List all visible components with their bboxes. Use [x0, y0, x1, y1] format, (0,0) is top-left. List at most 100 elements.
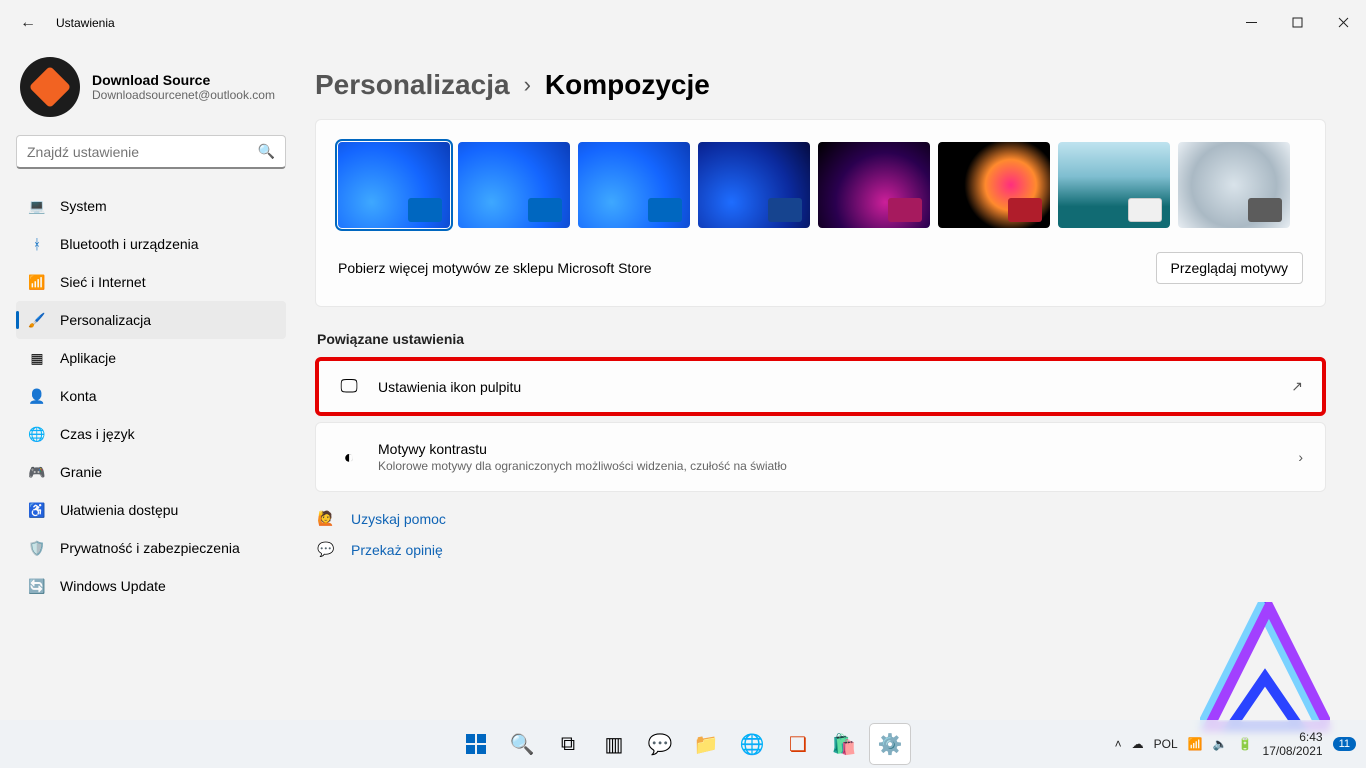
folder-icon: 📁	[694, 732, 719, 757]
time: 6:43	[1263, 730, 1323, 744]
sidebar-item-personalization[interactable]: 🖌️ Personalizacja	[16, 301, 286, 339]
link-label: Przekaż opinię	[351, 542, 443, 558]
sidebar-item-accounts[interactable]: 👤 Konta	[16, 377, 286, 415]
page-title: Kompozycje	[545, 69, 710, 101]
external-link-icon: ↗	[1291, 378, 1303, 395]
back-button[interactable]: ←	[8, 14, 48, 32]
close-button[interactable]	[1320, 7, 1366, 39]
date: 17/08/2021	[1263, 744, 1323, 758]
clock[interactable]: 6:43 17/08/2021	[1263, 730, 1323, 759]
theme-option[interactable]	[1178, 142, 1290, 228]
theme-option[interactable]	[338, 142, 450, 228]
sidebar-item-label: Ułatwienia dostępu	[60, 502, 178, 518]
taskbar-search[interactable]: 🔍	[502, 724, 542, 764]
taskview-icon: ⧉	[561, 733, 575, 756]
sidebar-item-label: Personalizacja	[60, 312, 151, 328]
maximize-icon	[1292, 17, 1303, 28]
sidebar-item-network[interactable]: 📶 Sieć i Internet	[16, 263, 286, 301]
theme-option[interactable]	[578, 142, 690, 228]
avatar	[20, 57, 80, 117]
gear-icon: ⚙️	[878, 732, 903, 757]
bluetooth-icon: ᚼ	[28, 236, 46, 252]
wifi-icon[interactable]: 📶	[1188, 737, 1203, 751]
monitor-icon: 🖵	[338, 376, 360, 397]
desktop-icon-settings-row[interactable]: 🖵 Ustawienia ikon pulpitu ↗	[315, 357, 1326, 416]
sidebar-item-accessibility[interactable]: ♿ Ułatwienia dostępu	[16, 491, 286, 529]
taskbar: 🔍 ⧉ ▥ 💬 📁 🌐 ❏ 🛍️ ⚙️ ˄ ☁ POL 📶 🔈 🔋 6:43 1…	[0, 720, 1366, 768]
breadcrumb-parent[interactable]: Personalizacja	[315, 69, 510, 101]
theme-option[interactable]	[698, 142, 810, 228]
search-icon: 🔍	[510, 732, 535, 757]
store-label: Pobierz więcej motywów ze sklepu Microso…	[338, 260, 652, 276]
minimize-icon	[1246, 17, 1257, 28]
setting-title: Motywy kontrastu	[378, 441, 787, 457]
office[interactable]: ❏	[778, 724, 818, 764]
get-help-link[interactable]: 🙋 Uzyskaj pomoc	[317, 510, 1326, 527]
notifications-badge[interactable]: 11	[1333, 737, 1356, 751]
widgets[interactable]: ▥	[594, 724, 634, 764]
paintbrush-icon: 🖌️	[28, 312, 46, 329]
edge[interactable]: 🌐	[732, 724, 772, 764]
battery-icon[interactable]: 🔋	[1238, 737, 1253, 751]
theme-option[interactable]	[458, 142, 570, 228]
accessibility-icon: ♿	[28, 502, 46, 519]
sidebar-item-windows-update[interactable]: 🔄 Windows Update	[16, 567, 286, 605]
store-row: Pobierz więcej motywów ze sklepu Microso…	[316, 238, 1325, 306]
sidebar-item-gaming[interactable]: 🎮 Granie	[16, 453, 286, 491]
sidebar-item-apps[interactable]: ▦ Aplikacje	[16, 339, 286, 377]
sidebar-item-bluetooth[interactable]: ᚼ Bluetooth i urządzenia	[16, 225, 286, 263]
profile-name: Download Source	[92, 72, 275, 88]
file-explorer[interactable]: 📁	[686, 724, 726, 764]
gamepad-icon: 🎮	[28, 464, 46, 481]
sidebar-item-label: System	[60, 198, 107, 214]
store[interactable]: 🛍️	[824, 724, 864, 764]
sidebar-item-label: Granie	[60, 464, 102, 480]
onedrive-icon[interactable]: ☁	[1132, 737, 1144, 751]
browse-themes-button[interactable]: Przeglądaj motywy	[1156, 252, 1304, 284]
minimize-button[interactable]	[1228, 7, 1274, 39]
theme-option[interactable]	[1058, 142, 1170, 228]
chat-icon: 💬	[648, 732, 673, 757]
content: Personalizacja › Kompozycje Pobierz więc…	[305, 45, 1366, 720]
theme-option[interactable]	[938, 142, 1050, 228]
update-icon: 🔄	[28, 578, 46, 595]
contrast-themes-row[interactable]: ◐ Motywy kontrastu Kolorowe motywy dla o…	[315, 422, 1326, 492]
sidebar-item-system[interactable]: 💻 System	[16, 187, 286, 225]
sidebar-item-label: Windows Update	[60, 578, 166, 594]
sidebar-item-label: Bluetooth i urządzenia	[60, 236, 199, 252]
close-icon	[1338, 17, 1349, 28]
person-icon: 👤	[28, 388, 46, 405]
settings-app[interactable]: ⚙️	[870, 724, 910, 764]
help-links: 🙋 Uzyskaj pomoc 💬 Przekaż opinię	[317, 510, 1326, 558]
related-settings-heading: Powiązane ustawienia	[317, 331, 1326, 347]
apps-icon: ▦	[28, 350, 46, 367]
titlebar: ← Ustawienia	[0, 0, 1366, 45]
sidebar-item-label: Sieć i Internet	[60, 274, 146, 290]
language-indicator[interactable]: POL	[1154, 737, 1178, 751]
volume-icon[interactable]: 🔈	[1213, 737, 1228, 751]
search-input[interactable]	[27, 144, 258, 160]
sidebar-item-privacy[interactable]: 🛡️ Prywatność i zabezpieczenia	[16, 529, 286, 567]
contrast-icon: ◐	[338, 447, 360, 468]
globe-icon: 🌐	[28, 426, 46, 443]
search-icon: 🔍	[258, 143, 275, 160]
start-button[interactable]	[456, 724, 496, 764]
system-icon: 💻	[28, 198, 46, 215]
maximize-button[interactable]	[1274, 7, 1320, 39]
sidebar-item-label: Aplikacje	[60, 350, 116, 366]
chevron-up-icon[interactable]: ˄	[1115, 737, 1122, 751]
profile[interactable]: Download Source Downloadsourcenet@outloo…	[20, 57, 305, 117]
give-feedback-link[interactable]: 💬 Przekaż opinię	[317, 541, 1326, 558]
sidebar: Download Source Downloadsourcenet@outloo…	[0, 45, 305, 720]
office-icon: ❏	[789, 732, 807, 757]
system-tray[interactable]: ˄ ☁ POL 📶 🔈 🔋 6:43 17/08/2021 11	[1115, 730, 1356, 759]
chevron-right-icon: ›	[524, 72, 531, 98]
link-label: Uzyskaj pomoc	[351, 511, 446, 527]
search-box[interactable]: 🔍	[16, 135, 286, 169]
theme-option[interactable]	[818, 142, 930, 228]
sidebar-item-time-language[interactable]: 🌐 Czas i język	[16, 415, 286, 453]
chat[interactable]: 💬	[640, 724, 680, 764]
task-view[interactable]: ⧉	[548, 724, 588, 764]
window-title: Ustawienia	[56, 16, 115, 30]
themes-card: Pobierz więcej motywów ze sklepu Microso…	[315, 119, 1326, 307]
